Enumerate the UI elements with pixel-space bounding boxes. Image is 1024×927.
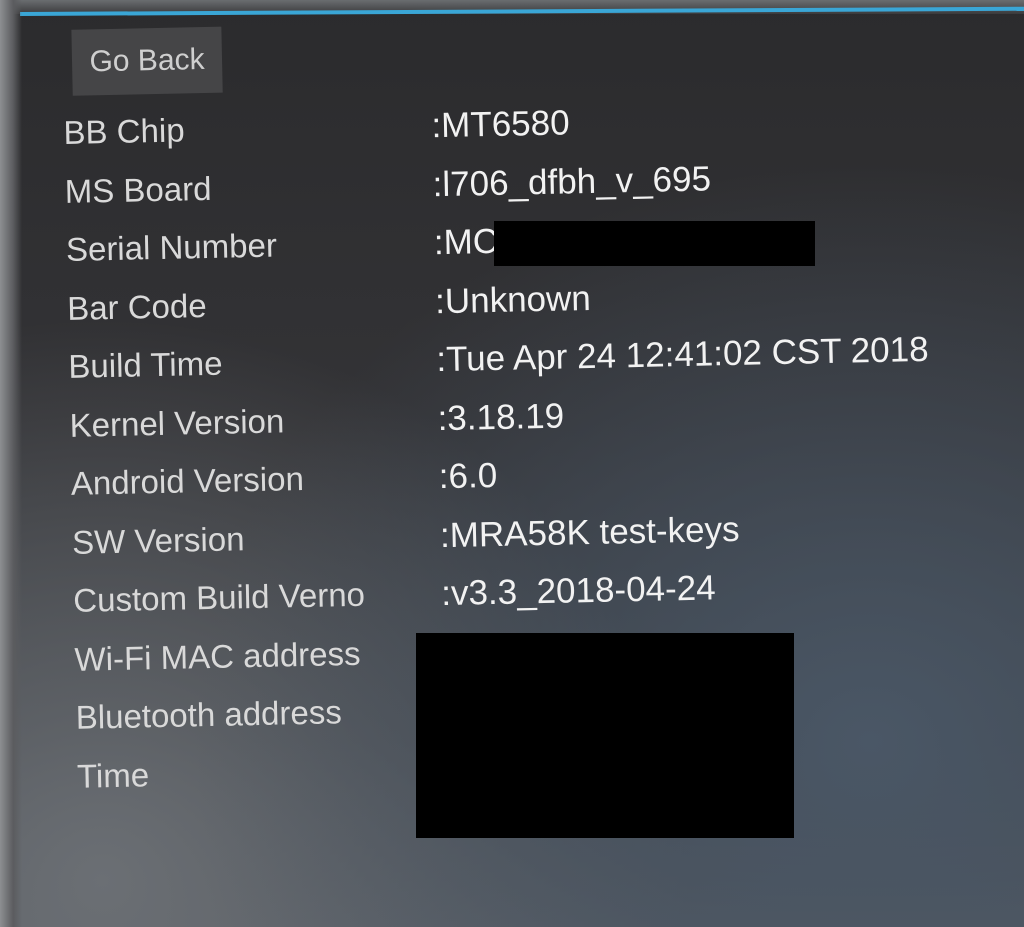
kernel-version-label: Kernel Version [69,401,285,444]
build-time-label: Build Time [68,344,223,385]
wifi-mac-label: Wi-Fi MAC address [74,634,361,678]
bluetooth-address-label: Bluetooth address [75,693,343,736]
device-info-screen: Go Back BB Chip :MT6580 MS Board :l706_d… [0,0,1024,927]
ms-board-value: :l706_dfbh_v_695 [432,158,712,204]
custom-build-verno-value: :v3.3_2018-04-24 [440,568,716,614]
bb-chip-label: BB Chip [63,111,185,151]
go-back-button[interactable]: Go Back [71,26,223,96]
serial-number-value: :MC [433,221,499,263]
build-time-value: :Tue Apr 24 12:41:02 CST 2018 [435,329,929,380]
android-version-value: :6.0 [438,455,498,497]
serial-number-redaction [494,221,815,266]
bb-chip-value: :MT6580 [431,103,570,146]
address-redaction [416,633,794,838]
bar-code-value: :Unknown [434,278,592,321]
ms-board-label: MS Board [64,169,212,210]
android-version-label: Android Version [70,459,305,502]
time-label: Time [76,755,150,795]
kernel-version-value: :3.18.19 [437,396,565,438]
serial-number-label: Serial Number [65,226,278,268]
custom-build-verno-label: Custom Build Verno [72,575,366,619]
sw-version-value: :MRA58K test-keys [439,509,740,555]
sw-version-label: SW Version [71,519,245,561]
bar-code-label: Bar Code [66,286,207,327]
